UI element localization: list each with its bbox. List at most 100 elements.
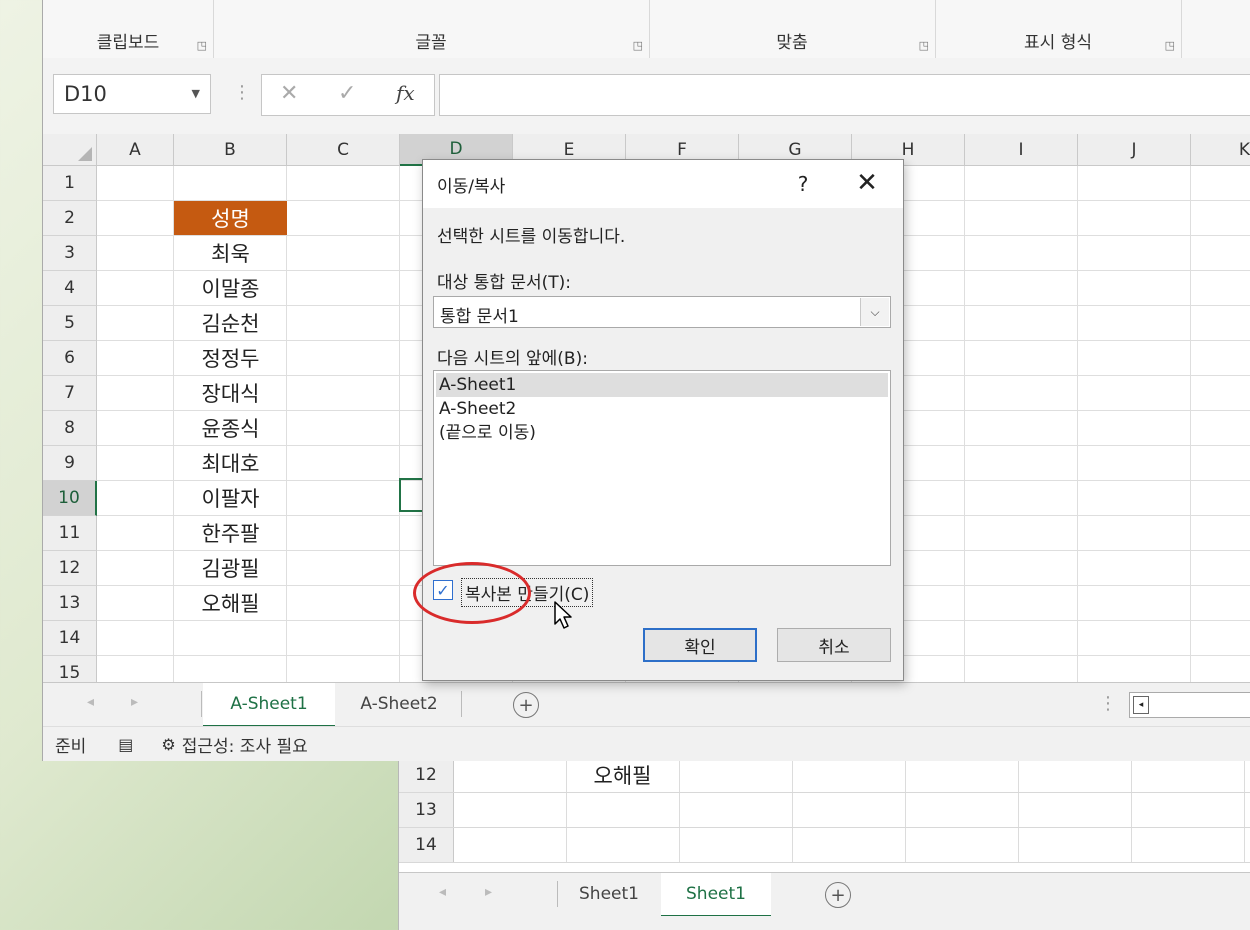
status-ready: 준비: [55, 736, 87, 757]
bg-row-header: 12: [399, 758, 454, 792]
fx-icon[interactable]: fx: [396, 81, 415, 105]
cell-name[interactable]: 이팔자: [174, 481, 287, 515]
cell-name[interactable]: 장대식: [174, 376, 287, 410]
help-button[interactable]: ?: [787, 168, 819, 200]
row-header[interactable]: 11: [43, 516, 97, 551]
cell-name[interactable]: 최대호: [174, 446, 287, 480]
row-header[interactable]: 9: [43, 446, 97, 481]
row-header[interactable]: 2: [43, 201, 97, 236]
column-header[interactable]: K: [1191, 134, 1250, 166]
ribbon-group-label: 표시 형식: [1024, 33, 1092, 53]
formula-buttons: ✕ ✓ fx: [261, 74, 435, 116]
cell-name[interactable]: 윤종식: [174, 411, 287, 445]
column-header[interactable]: B: [174, 134, 287, 166]
row-header[interactable]: 13: [43, 586, 97, 621]
ribbon-group-label: 클립보드: [96, 33, 160, 53]
column-header[interactable]: A: [97, 134, 174, 166]
scroll-left-icon[interactable]: ◂: [1133, 696, 1149, 714]
chevron-down-icon[interactable]: ▼: [192, 87, 200, 100]
bg-sheet-tab-active[interactable]: Sheet1: [661, 873, 771, 917]
bg-row-13: 13: [399, 793, 1250, 828]
accessibility-icon[interactable]: ⚙: [161, 735, 175, 754]
row-header-selected[interactable]: 10: [43, 481, 97, 516]
bg-row-header: 13: [399, 793, 454, 827]
chevron-down-icon[interactable]: ⌵: [860, 298, 889, 326]
annotation-circle: [413, 562, 531, 624]
next-sheet-icon[interactable]: ▸: [131, 694, 138, 710]
cell-name[interactable]: 한주팔: [174, 516, 287, 550]
cell-name[interactable]: 최욱: [174, 236, 287, 270]
dialog-launcher-icon[interactable]: ◳: [633, 39, 643, 52]
bg-sheet-tab[interactable]: Sheet1: [559, 873, 659, 915]
dialog-title: 이동/복사: [437, 177, 506, 197]
accessibility-status[interactable]: 접근성: 조사 필요: [182, 732, 308, 757]
row-header[interactable]: 15: [43, 656, 97, 682]
ribbon: 클립보드 ◳ 글꼴 ◳ 맞춤 ◳ 표시 형식 ◳: [43, 0, 1250, 59]
sheet-list-item[interactable]: (끝으로 이동): [436, 421, 888, 445]
before-sheet-list[interactable]: A-Sheet1 A-Sheet2 (끝으로 이동): [433, 370, 891, 566]
bg-next-sheet-icon[interactable]: ▸: [485, 884, 492, 900]
name-box-value: D10: [64, 82, 107, 106]
add-sheet-icon[interactable]: +: [513, 692, 539, 718]
more-dots-icon: ⋮: [233, 82, 251, 103]
bg-add-sheet-icon[interactable]: +: [825, 882, 851, 908]
select-all-corner[interactable]: [43, 134, 97, 166]
sheet-tab-bar: ◂ ▸ A-Sheet1 A-Sheet2 + ⋮ ◂: [43, 682, 1250, 727]
macro-record-icon[interactable]: ▤: [118, 735, 133, 754]
ribbon-group-font[interactable]: 글꼴 ◳: [213, 0, 650, 58]
ribbon-group-label: 글꼴: [415, 33, 447, 53]
sheet-tab[interactable]: A-Sheet2: [339, 683, 459, 725]
name-box[interactable]: D10 ▼: [53, 74, 211, 114]
bg-cell-value[interactable]: 오해필: [566, 758, 680, 792]
row-header[interactable]: 7: [43, 376, 97, 411]
dialog-launcher-icon[interactable]: ◳: [197, 39, 207, 52]
dialog-title-bar: 이동/복사 ? ✕: [423, 160, 903, 208]
move-copy-dialog: 이동/복사 ? ✕ 선택한 시트를 이동합니다. 대상 통합 문서(T): 통합…: [413, 159, 904, 681]
check-icon[interactable]: ✓: [338, 81, 356, 106]
cell-name[interactable]: 정정두: [174, 341, 287, 375]
close-icon[interactable]: ✕: [847, 166, 887, 200]
row-header[interactable]: 5: [43, 306, 97, 341]
target-workbook-select[interactable]: 통합 문서1 ⌵: [433, 296, 891, 328]
column-header[interactable]: J: [1078, 134, 1191, 166]
status-bar: 준비 ▤ ⚙ 접근성: 조사 필요: [43, 726, 1250, 761]
row-header[interactable]: 3: [43, 236, 97, 271]
before-sheet-label: 다음 시트의 앞에(B):: [437, 349, 588, 369]
row-header[interactable]: 4: [43, 271, 97, 306]
more-dots-icon[interactable]: ⋮: [1099, 693, 1117, 714]
ribbon-group-alignment[interactable]: 맞춤 ◳: [649, 0, 936, 58]
bg-row-12: 12 오해필: [399, 758, 1250, 793]
row-header[interactable]: 14: [43, 621, 97, 656]
bg-row-header: 14: [399, 828, 454, 862]
mouse-cursor-icon: [554, 601, 572, 629]
ribbon-group-clipboard[interactable]: 클립보드 ◳: [43, 0, 214, 58]
prev-sheet-icon[interactable]: ◂: [87, 694, 94, 710]
column-header[interactable]: I: [965, 134, 1078, 166]
cell-name[interactable]: 오해필: [174, 586, 287, 620]
ok-button[interactable]: 확인: [643, 628, 757, 662]
horizontal-scrollbar[interactable]: ◂: [1129, 692, 1250, 718]
row-header[interactable]: 8: [43, 411, 97, 446]
bg-prev-sheet-icon[interactable]: ◂: [439, 884, 446, 900]
background-excel-window: 12 오해필 13 14 ◂ ▸ Sheet1 Sheet1 +: [398, 758, 1250, 930]
cancel-icon[interactable]: ✕: [280, 81, 298, 106]
row-header[interactable]: 1: [43, 166, 97, 201]
sheet-list-item[interactable]: A-Sheet2: [436, 397, 888, 421]
column-header[interactable]: C: [287, 134, 400, 166]
ribbon-group-number[interactable]: 표시 형식 ◳: [935, 0, 1182, 58]
bg-row-14: 14: [399, 828, 1250, 863]
sheet-tab-active[interactable]: A-Sheet1: [203, 683, 335, 727]
cell-name[interactable]: 김순천: [174, 306, 287, 340]
dialog-launcher-icon[interactable]: ◳: [919, 39, 929, 52]
cell-b2-header[interactable]: 성명: [174, 201, 287, 235]
bg-sheet-tab-bar: ◂ ▸ Sheet1 Sheet1 +: [399, 872, 1250, 917]
target-workbook-label: 대상 통합 문서(T):: [437, 273, 572, 293]
sheet-list-item-selected[interactable]: A-Sheet1: [436, 373, 888, 397]
row-header[interactable]: 12: [43, 551, 97, 586]
cell-name[interactable]: 김광필: [174, 551, 287, 585]
dialog-launcher-icon[interactable]: ◳: [1165, 39, 1175, 52]
cell-name[interactable]: 이말종: [174, 271, 287, 305]
row-header[interactable]: 6: [43, 341, 97, 376]
cancel-button[interactable]: 취소: [777, 628, 891, 662]
formula-input[interactable]: [439, 74, 1250, 116]
